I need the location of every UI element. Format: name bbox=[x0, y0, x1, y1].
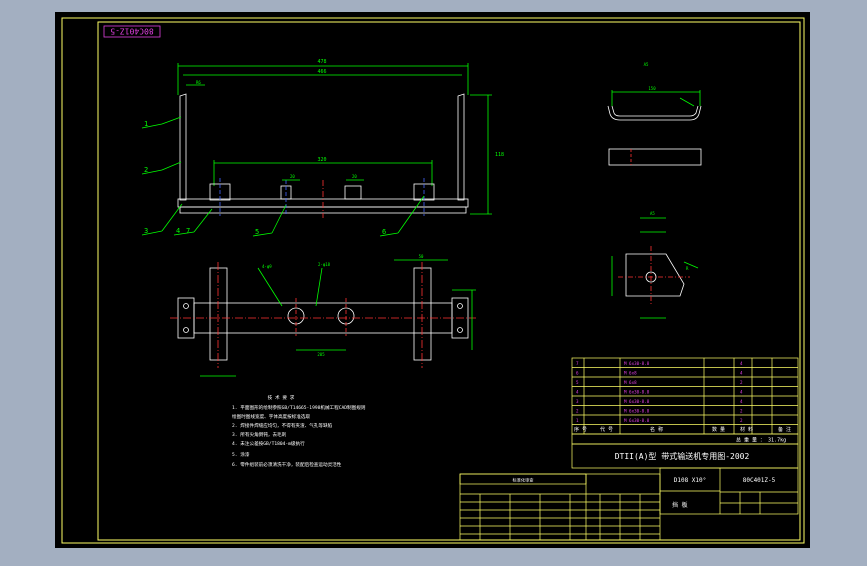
svg-text:M 6x30-8.8: M 6x30-8.8 bbox=[624, 409, 650, 414]
svg-text:M 6x30-8.8: M 6x30-8.8 bbox=[624, 390, 650, 395]
drawing-code: 80C401Z-5 bbox=[743, 477, 776, 484]
revision-title: 标准化审查 bbox=[513, 477, 535, 484]
svg-text:材 料: 材 料 bbox=[740, 426, 753, 433]
part-name: 挡 板 bbox=[672, 501, 688, 509]
svg-text:M 6x8: M 6x8 bbox=[624, 380, 637, 385]
drawing-canvas: 80C401Z-5 478 466 320 118 R6 20 20 1 2 3… bbox=[55, 12, 810, 548]
svg-text:20: 20 bbox=[352, 174, 357, 179]
svg-text:205: 205 bbox=[317, 352, 325, 357]
callout-7: 7 bbox=[186, 227, 190, 235]
spec-label: D108 X10° bbox=[674, 477, 707, 484]
svg-text:118: 118 bbox=[495, 152, 504, 158]
note-line-5: 4. 未注公差按GB/T1804-m级执行 bbox=[232, 440, 305, 447]
note-line-4: 3. 所有尖角倒钝，去毛刺 bbox=[232, 431, 287, 438]
note-line-3: 2. 焊接件焊缝应均匀，不得有夹渣、气孔等缺陷 bbox=[232, 422, 333, 429]
cad-viewport[interactable]: 80C401Z-5 478 466 320 118 R6 20 20 1 2 3… bbox=[0, 0, 867, 562]
svg-text:4-φ9: 4-φ9 bbox=[262, 264, 272, 269]
rotated-drawing-number: 80C401Z-5 bbox=[110, 27, 154, 36]
svg-text:50: 50 bbox=[419, 254, 424, 259]
callout-3: 3 bbox=[144, 227, 148, 235]
callout-2: 2 bbox=[144, 166, 148, 174]
rotated-title-box: 80C401Z-5 bbox=[103, 25, 161, 38]
svg-text:320: 320 bbox=[317, 157, 326, 163]
svg-text:A5: A5 bbox=[650, 211, 655, 216]
svg-text:466: 466 bbox=[317, 69, 326, 75]
svg-text:478: 478 bbox=[317, 59, 326, 65]
callout-5: 5 bbox=[255, 228, 259, 236]
svg-text:序 号: 序 号 bbox=[574, 426, 587, 433]
svg-text:M 6x30-8.8: M 6x30-8.8 bbox=[624, 399, 650, 404]
callout-4: 4 bbox=[176, 227, 180, 235]
svg-text:2-φ18: 2-φ18 bbox=[318, 262, 331, 267]
svg-text:M 6x30-8.8: M 6x30-8.8 bbox=[624, 361, 650, 366]
svg-text:数 量: 数 量 bbox=[712, 426, 725, 433]
note-line-2: 绘图时图线宽度、字体高度按标准选取 bbox=[232, 413, 311, 420]
svg-text:150: 150 bbox=[648, 86, 656, 91]
notes-heading: 技 术 要 求 bbox=[268, 394, 295, 401]
svg-text:A5: A5 bbox=[644, 62, 649, 67]
svg-text:R6: R6 bbox=[196, 80, 201, 85]
total-weight: 总 重 量 ： 31.7kg bbox=[736, 437, 786, 444]
svg-text:20: 20 bbox=[290, 174, 295, 179]
callout-6: 6 bbox=[382, 228, 386, 236]
svg-text:名 称: 名 称 bbox=[650, 426, 663, 433]
project-title: DTII(A)型 带式输送机专用图-2002 bbox=[615, 451, 750, 461]
note-line-7: 6. 零件组装前必须清洗干净，装配后检查运动灵活性 bbox=[232, 461, 342, 468]
svg-text:M 6x8: M 6x8 bbox=[624, 371, 637, 376]
svg-text:代 号: 代 号 bbox=[600, 426, 613, 433]
svg-text:M 6x30-8.8: M 6x30-8.8 bbox=[624, 418, 650, 423]
note-line-6: 5. 涂漆 bbox=[232, 451, 250, 458]
svg-text:备 注: 备 注 bbox=[778, 426, 791, 433]
note-line-1: 1. 平面图形的绘制参照GB/T14665-1998机械工程CAD制图规则 bbox=[232, 404, 366, 411]
callout-1: 1 bbox=[144, 120, 148, 128]
